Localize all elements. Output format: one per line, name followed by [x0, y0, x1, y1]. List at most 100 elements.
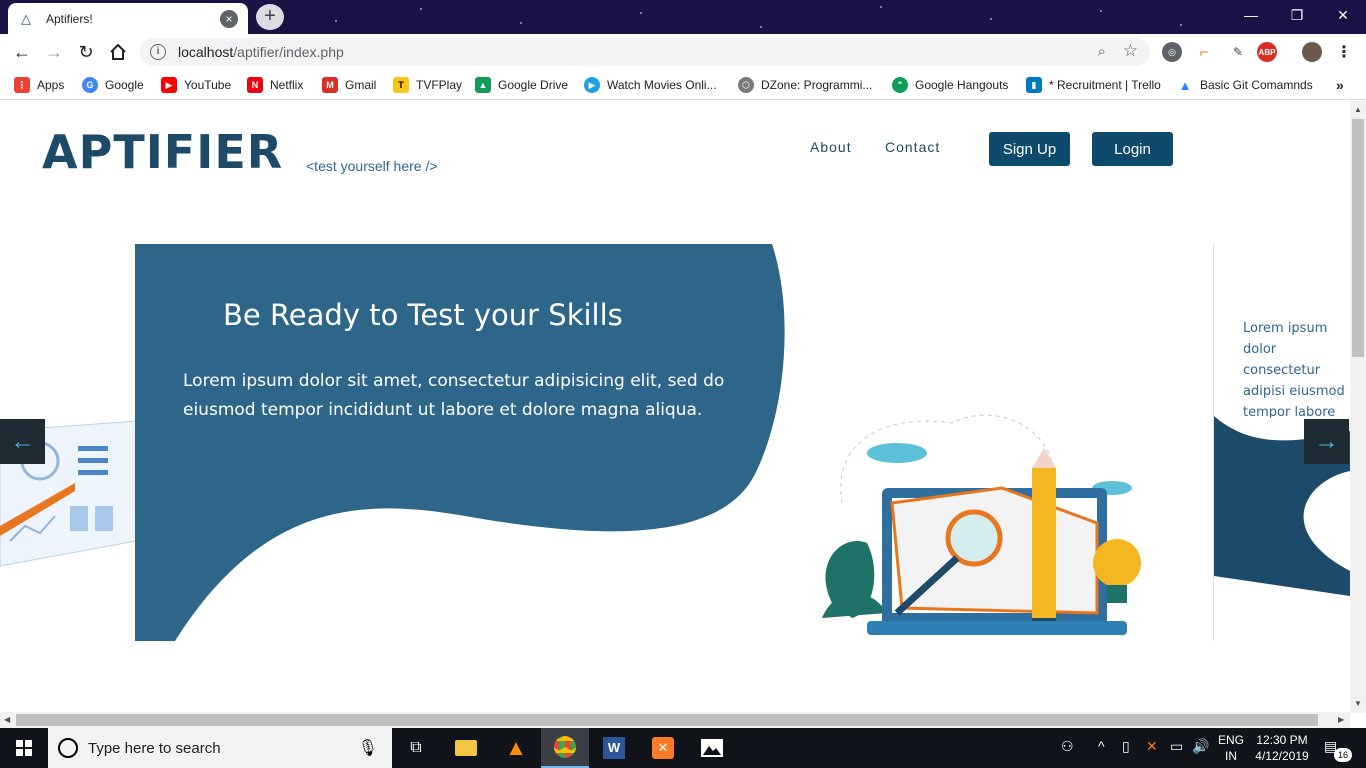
scroll-down-icon[interactable]: ▼	[1354, 699, 1362, 708]
usb-icon[interactable]: ▯	[1122, 738, 1130, 755]
back-button[interactable]: ←	[10, 40, 34, 64]
vertical-scroll-thumb[interactable]	[1352, 119, 1364, 357]
xampp-tray-icon[interactable]: ✕	[1146, 738, 1158, 755]
bookmark-trello[interactable]: ▮ * Recruitment | Trello	[1026, 76, 1161, 94]
new-tab-button[interactable]: +	[256, 4, 284, 30]
aptifier-favicon-icon: △	[21, 10, 31, 26]
horizontal-scrollbar[interactable]: ◀ ▶	[0, 712, 1350, 728]
vertical-scrollbar[interactable]: ▲ ▼	[1350, 101, 1366, 713]
people-icon[interactable]: ⚇	[1061, 738, 1074, 755]
battery-icon[interactable]: ▭	[1170, 738, 1183, 755]
reload-button[interactable]: ↻	[74, 40, 98, 64]
windows-taskbar: Type here to search 🎙 ⧉ ▲ W ✕ ⚇ ^ ▯ ✕ ▭ …	[0, 728, 1366, 768]
extension-tool-icon[interactable]: ⌐	[1194, 42, 1214, 62]
sign-up-button[interactable]: Sign Up	[989, 132, 1070, 166]
bookmark-google-hangouts[interactable]: " Google Hangouts	[892, 76, 1008, 94]
atlassian-icon: ▲	[1177, 77, 1193, 93]
slide-title: Be Ready to Test your Skills	[223, 298, 623, 332]
start-button[interactable]	[0, 728, 48, 768]
bookmark-dzone[interactable]: ⬡ DZone: Programmi...	[738, 76, 872, 94]
site-logo[interactable]: APTIFIER	[42, 127, 283, 177]
apps-grid-icon: ⋮	[14, 77, 30, 93]
menu-icon[interactable]: ⋮	[1334, 42, 1354, 62]
tab-title: Aptifiers!	[46, 11, 93, 26]
gmail-icon: M	[322, 77, 338, 93]
folder-icon	[455, 740, 477, 756]
carousel-next-button[interactable]: →	[1304, 419, 1349, 464]
scroll-left-icon[interactable]: ◀	[4, 715, 10, 724]
horizontal-scroll-thumb[interactable]	[16, 714, 1318, 726]
browser-tab[interactable]: △ Aptifiers! ×	[8, 3, 248, 34]
dzone-icon: ⬡	[738, 77, 754, 93]
close-window-button[interactable]: ✕	[1320, 0, 1366, 30]
bookmark-gmail[interactable]: M Gmail	[322, 76, 376, 94]
minimize-button[interactable]: —	[1228, 0, 1274, 30]
zoom-icon[interactable]: ⌕	[1098, 43, 1106, 60]
microphone-icon[interactable]: 🎙	[358, 738, 378, 758]
volume-icon[interactable]: 🔊	[1192, 738, 1209, 755]
file-explorer-app[interactable]	[442, 728, 490, 768]
adblock-plus-icon[interactable]: ABP	[1257, 42, 1277, 62]
bookmark-google-drive[interactable]: ▲ Google Drive	[475, 76, 568, 94]
language-indicator[interactable]: ENG IN	[1216, 732, 1246, 764]
web-page: APTIFIER <test yourself here /> About Co…	[0, 101, 1350, 713]
scroll-right-icon[interactable]: ▶	[1338, 715, 1344, 724]
scroll-up-icon[interactable]: ▲	[1354, 105, 1362, 114]
photos-icon	[701, 739, 723, 757]
bookmarks-bar: ⋮ Apps G Google ▶ YouTube N Netflix M Gmail T…	[0, 70, 1366, 100]
bookmark-basic-git[interactable]: ▲ Basic Git Comamnds	[1177, 76, 1313, 94]
carousel-prev-button[interactable]: ←	[0, 419, 45, 464]
forward-button[interactable]: →	[42, 40, 66, 64]
tab-close-icon[interactable]: ×	[220, 9, 238, 28]
youtube-icon: ▶	[161, 77, 177, 93]
word-app[interactable]: W	[590, 728, 638, 768]
trello-icon: ▮	[1026, 77, 1042, 93]
google-icon: G	[82, 77, 98, 93]
xampp-app[interactable]: ✕	[639, 728, 687, 768]
action-center-button[interactable]: ▤ 16	[1324, 738, 1352, 762]
xampp-icon: ✕	[652, 737, 674, 759]
vlc-app[interactable]: ▲	[492, 728, 540, 768]
slide-description: Lorem ipsum dolor sit amet, consectetur …	[183, 371, 725, 420]
bookmark-youtube[interactable]: ▶ YouTube	[161, 76, 231, 94]
restore-button[interactable]: ❐	[1274, 0, 1320, 30]
bookmark-watch-movies[interactable]: ▶ Watch Movies Onli...	[584, 76, 717, 94]
taskbar-clock[interactable]: 12:30 PM 4/12/2019	[1252, 732, 1312, 764]
profile-avatar[interactable]	[1302, 42, 1322, 62]
windows-logo-icon	[16, 740, 32, 756]
task-view-button[interactable]: ⧉	[392, 728, 440, 768]
extension-pen-icon[interactable]: ✎	[1228, 42, 1248, 62]
play-icon: ▶	[584, 77, 600, 93]
bookmark-netflix[interactable]: N Netflix	[247, 76, 303, 94]
photos-app[interactable]	[688, 728, 736, 768]
hangouts-icon: "	[892, 77, 908, 93]
address-bar[interactable]: i localhost/aptifier/index.php ⌕ ☆	[140, 38, 1150, 66]
search-placeholder: Type here to search	[88, 739, 221, 757]
notification-count-badge: 16	[1334, 748, 1352, 762]
login-button[interactable]: Login	[1092, 132, 1173, 166]
home-button[interactable]	[106, 40, 130, 64]
chrome-app[interactable]	[541, 728, 589, 768]
browser-title-bar: △ Aptifiers! × + — ❐ ✕	[0, 0, 1366, 34]
site-info-icon[interactable]: i	[150, 44, 166, 60]
tvfplay-icon: T	[393, 77, 409, 93]
more-bookmarks-button[interactable]: »	[1336, 76, 1344, 94]
netflix-icon: N	[247, 77, 263, 93]
bookmark-google[interactable]: G Google	[82, 76, 144, 94]
arrow-left-icon: ←	[10, 427, 35, 455]
bookmark-tvfplay[interactable]: T TVFPlay	[393, 76, 462, 94]
extension-ring-icon[interactable]: ◎	[1162, 42, 1182, 62]
next-slide-text: Lorem ipsum dolor consectetur adipisi ei…	[1243, 321, 1345, 418]
nav-about-link[interactable]: About	[810, 139, 852, 155]
cortana-icon	[58, 738, 78, 758]
laptop-illustration	[822, 414, 1141, 635]
browser-toolbar: ← → ↻ i localhost/aptifier/index.php ⌕ ☆…	[0, 34, 1366, 70]
url-text: localhost/aptifier/index.php	[178, 44, 344, 60]
nav-contact-link[interactable]: Contact	[885, 139, 940, 155]
chrome-icon	[554, 736, 576, 758]
bookmark-apps[interactable]: ⋮ Apps	[14, 76, 64, 94]
show-hidden-icons[interactable]: ^	[1098, 738, 1105, 754]
bookmark-star-icon[interactable]: ☆	[1123, 41, 1138, 61]
taskbar-search-box[interactable]: Type here to search 🎙	[48, 728, 392, 768]
site-tagline: <test yourself here />	[306, 158, 438, 174]
